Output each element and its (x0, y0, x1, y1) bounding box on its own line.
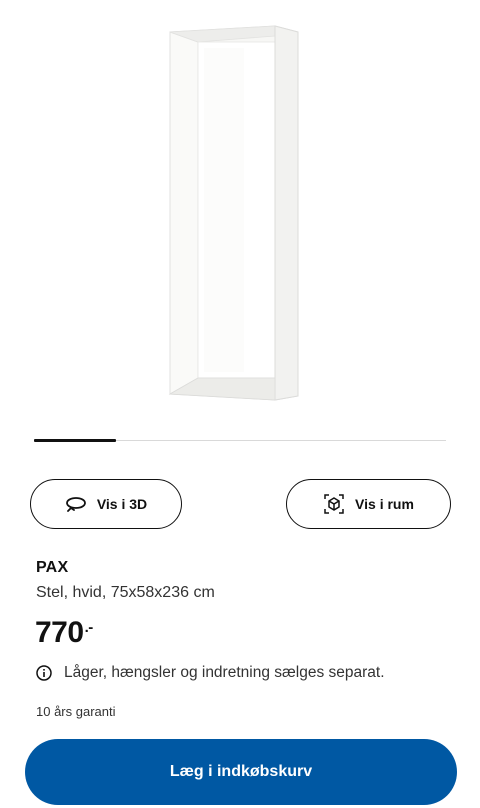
rotate-3d-icon (65, 496, 87, 512)
product-image[interactable] (160, 18, 310, 403)
wardrobe-frame-image (168, 25, 299, 401)
price-suffix: .- (84, 619, 94, 636)
separate-sale-notice: Låger, hængsler og indretning sælges sep… (36, 664, 385, 682)
add-to-cart-button[interactable]: Læg i indkøbskurv (25, 739, 457, 805)
notice-text: Låger, hængsler og indretning sælges sep… (64, 664, 385, 681)
product-description: Stel, hvid, 75x58x236 cm (36, 584, 215, 601)
view-in-room-label: Vis i rum (355, 496, 414, 512)
view-in-room-button[interactable]: Vis i rum (286, 479, 451, 529)
product-price: 770.- (35, 616, 93, 650)
warranty-text: 10 års garanti (36, 704, 116, 719)
view-3d-label: Vis i 3D (96, 496, 148, 512)
carousel-progress-track[interactable] (34, 439, 446, 442)
add-to-cart-label: Læg i indkøbskurv (169, 763, 313, 780)
price-integer: 770 (35, 616, 84, 649)
carousel-progress-indicator (34, 439, 117, 442)
ar-cube-icon (323, 493, 345, 515)
view-3d-button[interactable]: Vis i 3D (30, 479, 182, 529)
info-icon (36, 665, 52, 681)
product-name: PAX (36, 559, 69, 576)
